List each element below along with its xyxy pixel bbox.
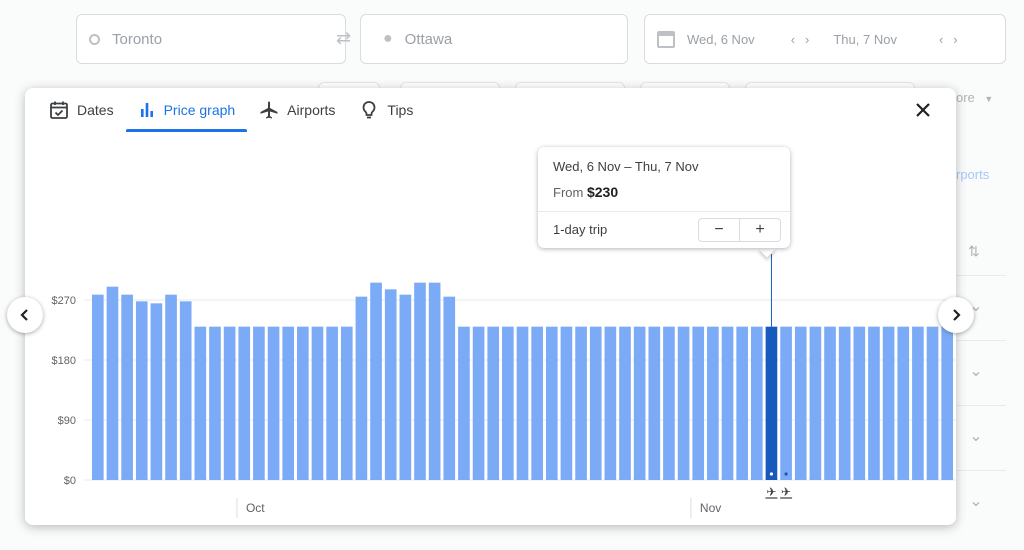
- more-filter-label[interactable]: ore ▼: [956, 90, 993, 105]
- prev-page-button[interactable]: [7, 297, 43, 333]
- next-page-button[interactable]: [938, 297, 974, 333]
- close-button[interactable]: [912, 99, 934, 121]
- trip-length-stepper: − +: [698, 218, 781, 242]
- return-date[interactable]: Thu, 7 Nov: [833, 32, 897, 47]
- swap-icon[interactable]: ⇄: [336, 28, 351, 49]
- tab-label: Dates: [77, 102, 114, 118]
- tab-label: Tips: [387, 102, 414, 118]
- popup-from-label: From: [553, 185, 584, 200]
- close-icon: [916, 103, 930, 117]
- origin-circle-icon: [89, 33, 100, 45]
- increase-trip-button[interactable]: +: [740, 219, 780, 241]
- calendar-icon: [657, 30, 675, 48]
- destination-value: Ottawa: [404, 30, 453, 48]
- airplane-icon: [260, 101, 278, 119]
- chevron-left-icon: [20, 309, 28, 321]
- lightbulb-icon: [363, 101, 376, 119]
- tab-label: Price graph: [163, 102, 236, 118]
- depart-date[interactable]: Wed, 6 Nov: [687, 32, 755, 47]
- bar-chart-icon: [140, 103, 153, 117]
- tab-tips[interactable]: Tips: [347, 88, 425, 132]
- dialog-tabs: Dates Price graph Airports Tips: [37, 88, 425, 132]
- popup-price: $230: [586, 184, 619, 200]
- trip-length-label: 1-day trip: [553, 222, 608, 237]
- sort-icon[interactable]: ⇅: [968, 243, 980, 260]
- popup-divider: [538, 211, 790, 212]
- return-prev-next-icon[interactable]: ‹›: [939, 32, 968, 47]
- popup-date-range: Wed, 6 Nov – Thu, 7 Nov: [553, 159, 699, 174]
- location-pin-icon: ●: [383, 30, 393, 47]
- date-field[interactable]: Wed, 6 Nov ‹› Thu, 7 Nov ‹›: [644, 14, 1006, 64]
- price-popup: Wed, 6 Nov – Thu, 7 Nov From $230 1-day …: [538, 147, 790, 248]
- tab-airports[interactable]: Airports: [247, 88, 347, 132]
- tab-dates[interactable]: Dates: [37, 88, 126, 132]
- tab-price-graph[interactable]: Price graph: [125, 88, 248, 132]
- depart-prev-next-icon[interactable]: ‹›: [791, 32, 820, 47]
- chevron-right-icon: [953, 309, 961, 321]
- origin-value: Toronto: [112, 30, 163, 48]
- calendar-check-icon: [50, 101, 68, 119]
- price-graph-dialog: Dates Price graph Airports Tips: [25, 88, 956, 525]
- tab-label: Airports: [287, 102, 336, 118]
- origin-field[interactable]: Toronto: [76, 14, 346, 64]
- airports-link[interactable]: rports: [956, 167, 989, 182]
- popup-price-line: From $230: [553, 184, 618, 200]
- destination-field[interactable]: ● Ottawa: [360, 14, 628, 64]
- dropdown-icon: ▼: [984, 94, 994, 104]
- decrease-trip-button[interactable]: −: [699, 219, 740, 241]
